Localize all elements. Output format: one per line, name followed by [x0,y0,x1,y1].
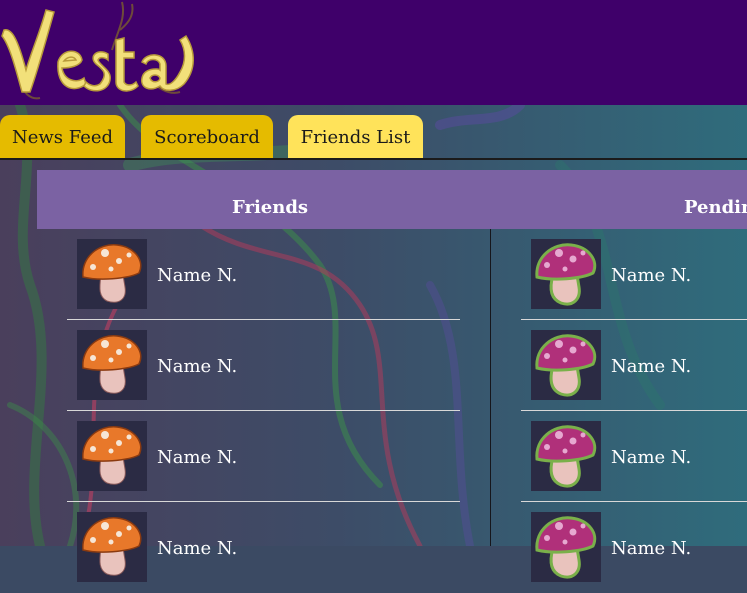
pending-row[interactable]: Name N. [521,229,747,320]
friend-row[interactable]: Name N. [67,320,460,411]
orange-mushroom-icon [77,512,147,582]
pending-row[interactable]: Name N. [521,320,747,411]
pending-row[interactable]: Name N. [521,411,747,502]
tab-news-feed[interactable]: News Feed [0,115,125,159]
tab-friends-list[interactable]: Friends List [288,115,423,159]
friend-name: Name N. [157,538,238,559]
pending-column-title: Pending [684,197,747,218]
pink-mushroom-icon [531,330,601,400]
friends-column-title: Friends [232,197,309,218]
pink-mushroom-icon [531,421,601,491]
column-divider [490,229,491,546]
friends-panel-header [37,170,747,229]
pending-name: Name N. [611,356,692,377]
tab-scoreboard[interactable]: Scoreboard [141,115,273,159]
orange-mushroom-icon [77,421,147,491]
friend-name: Name N. [157,447,238,468]
pending-name: Name N. [611,265,692,286]
friend-row[interactable]: Name N. [67,229,460,320]
pending-name: Name N. [611,538,692,559]
pending-row[interactable]: Name N. [521,502,747,593]
friend-row[interactable]: Name N. [67,502,460,593]
orange-mushroom-icon [77,330,147,400]
friend-row[interactable]: Name N. [67,411,460,502]
friend-name: Name N. [157,265,238,286]
header-bar [0,0,747,105]
orange-mushroom-icon [77,239,147,309]
pink-mushroom-icon [531,239,601,309]
tab-bar: News Feed Scoreboard Friends List [0,115,747,159]
tab-underline [0,158,747,160]
vesta-logo[interactable] [0,0,200,105]
friend-name: Name N. [157,356,238,377]
pink-mushroom-icon [531,512,601,582]
pending-name: Name N. [611,447,692,468]
